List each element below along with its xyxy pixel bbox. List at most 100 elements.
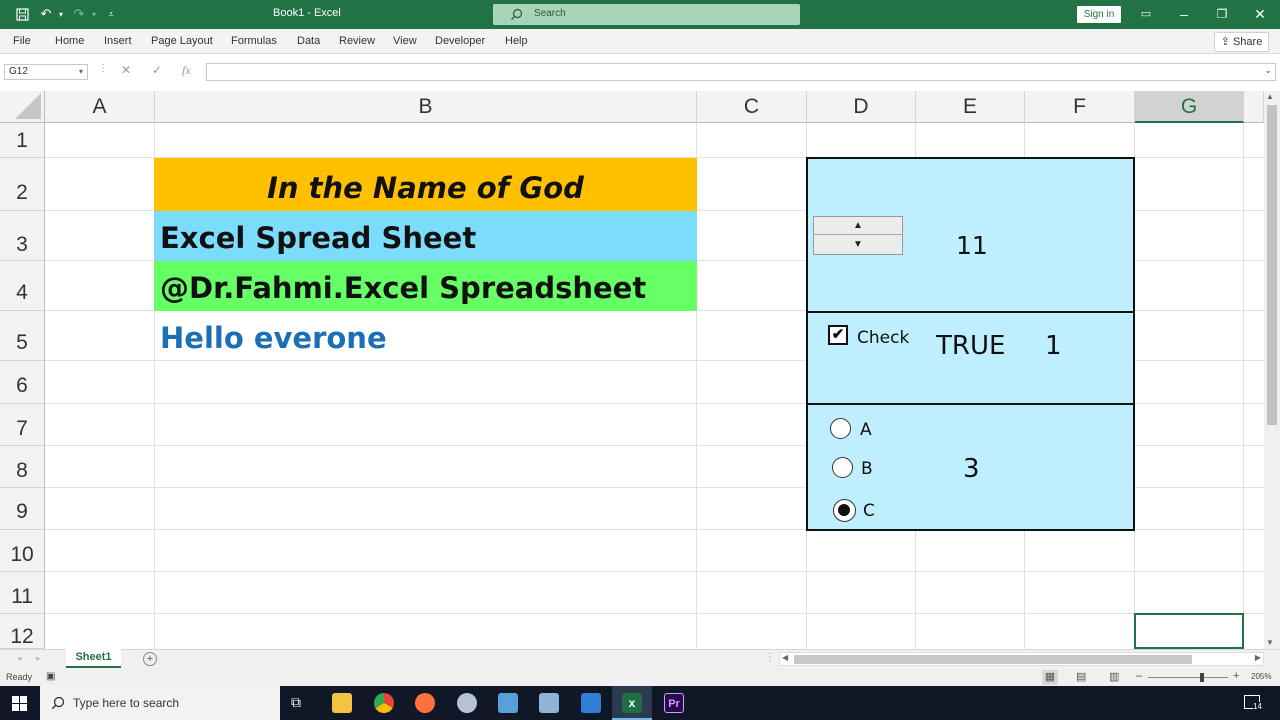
column-header-d[interactable]: D	[807, 91, 916, 123]
enter-icon[interactable]: ✓	[152, 63, 162, 77]
radio-c[interactable]	[833, 499, 856, 522]
row-header-3[interactable]: 3	[0, 211, 45, 261]
tab-view[interactable]: View	[393, 35, 417, 47]
chrome-icon[interactable]	[374, 693, 394, 713]
normal-view-icon[interactable]: ▦	[1042, 670, 1058, 685]
taskbar-search[interactable]: Type here to search	[40, 686, 280, 720]
row-header-12[interactable]: 12	[0, 614, 45, 649]
tab-help[interactable]: Help	[505, 35, 528, 47]
file-explorer-icon[interactable]	[332, 693, 352, 713]
paint-icon[interactable]	[457, 693, 477, 713]
select-all-corner[interactable]	[0, 91, 45, 123]
next-sheet-icon[interactable]: ▸	[36, 653, 41, 664]
column-header-h[interactable]	[1244, 91, 1264, 123]
radio-b[interactable]	[832, 457, 853, 478]
radio-a[interactable]	[830, 418, 851, 439]
tab-file[interactable]: File	[13, 35, 31, 47]
zoom-slider-thumb[interactable]	[1200, 673, 1204, 682]
formula-input[interactable]: ⌄	[206, 63, 1276, 81]
horizontal-scrollbar[interactable]: ◀ ▶	[779, 652, 1264, 666]
photos-icon[interactable]	[581, 693, 601, 713]
checkbox[interactable]: ✔	[828, 325, 848, 345]
accessibility-icon[interactable]: ▣	[46, 671, 55, 682]
task-view-icon[interactable]: ⧉	[291, 694, 301, 711]
add-sheet-icon[interactable]: +	[143, 652, 157, 666]
save-icon[interactable]	[13, 5, 31, 23]
sheet-tab-sheet1[interactable]: Sheet1	[66, 649, 121, 668]
column-header-f[interactable]: F	[1025, 91, 1135, 123]
zoom-slider[interactable]	[1148, 677, 1228, 678]
firefox-icon[interactable]	[415, 693, 435, 713]
tab-review[interactable]: Review	[339, 35, 375, 47]
prev-sheet-icon[interactable]: ◂	[17, 653, 22, 664]
row-header-11[interactable]: 11	[0, 572, 45, 614]
vertical-scroll-thumb[interactable]	[1267, 105, 1277, 425]
row-header-9[interactable]: 9	[0, 488, 45, 530]
split-handle-icon[interactable]: ⋮	[765, 652, 775, 663]
column-header-a[interactable]: A	[45, 91, 155, 123]
close-button[interactable]: ✕	[1241, 0, 1279, 29]
customize-toolbar-icon[interactable]: ⩡	[104, 5, 118, 23]
notepad-icon[interactable]	[539, 693, 559, 713]
selected-cell-g12[interactable]	[1134, 613, 1244, 649]
spin-down-icon[interactable]: ▼	[814, 236, 902, 254]
taskbar-search-placeholder: Type here to search	[73, 696, 180, 710]
scroll-right-icon[interactable]: ▶	[1255, 653, 1261, 662]
row-header-4[interactable]: 4	[0, 261, 45, 311]
zoom-in-icon[interactable]: +	[1233, 670, 1239, 682]
cell-b2[interactable]: In the Name of God	[154, 158, 697, 211]
column-header-b[interactable]: B	[155, 91, 697, 123]
redo-dropdown-icon[interactable]: ▾	[89, 5, 99, 23]
excel-taskbar-button[interactable]: x	[612, 686, 652, 720]
spin-up-icon[interactable]: ▲	[814, 217, 902, 235]
row-header-5[interactable]: 5	[0, 311, 45, 361]
column-header-c[interactable]: C	[697, 91, 807, 123]
maximize-button[interactable]: ❐	[1203, 0, 1241, 29]
minimize-button[interactable]: –	[1165, 0, 1203, 29]
tab-home[interactable]: Home	[55, 35, 84, 47]
name-box[interactable]: G12 ▾	[4, 64, 88, 80]
redo-icon[interactable]: ↷	[70, 5, 88, 23]
horizontal-scroll-thumb[interactable]	[794, 655, 1192, 664]
tab-page-layout[interactable]: Page Layout	[151, 35, 213, 47]
column-header-e[interactable]: E	[916, 91, 1025, 123]
page-break-view-icon[interactable]: ▥	[1109, 670, 1119, 683]
search-box[interactable]: Search	[493, 4, 800, 25]
zoom-level[interactable]: 205%	[1251, 672, 1271, 681]
share-button[interactable]: ⇪ Share	[1214, 32, 1269, 52]
ribbon-display-options-icon[interactable]: ▭	[1127, 0, 1165, 29]
row-header-8[interactable]: 8	[0, 446, 45, 488]
screen-capture-icon[interactable]	[498, 693, 518, 713]
checkbox-label: Check	[857, 328, 910, 348]
sign-in-button[interactable]: Sign in	[1077, 6, 1121, 23]
tab-insert[interactable]: Insert	[104, 35, 132, 47]
tab-developer[interactable]: Developer	[435, 35, 485, 47]
tab-data[interactable]: Data	[297, 35, 320, 47]
zoom-out-icon[interactable]: –	[1136, 670, 1142, 682]
page-layout-view-icon[interactable]: ▤	[1076, 670, 1086, 683]
chevron-down-icon[interactable]: ▾	[79, 65, 83, 79]
row-header-2[interactable]: 2	[0, 158, 45, 211]
vertical-scrollbar[interactable]: ▲ ▼	[1264, 91, 1280, 649]
undo-icon[interactable]: ↶	[37, 5, 55, 23]
expand-formula-icon[interactable]: ⌄	[1264, 65, 1272, 76]
spin-button[interactable]: ▲ ▼	[813, 216, 903, 255]
cell-b3[interactable]: Excel Spread Sheet	[154, 211, 697, 261]
scroll-down-icon[interactable]: ▼	[1266, 638, 1274, 647]
row-header-7[interactable]: 7	[0, 404, 45, 446]
cell-b4[interactable]: @Dr.Fahmi.Excel Spreadsheet	[154, 261, 697, 311]
windows-start-icon[interactable]	[12, 696, 27, 711]
premiere-icon[interactable]: Pr	[664, 693, 684, 713]
column-header-g[interactable]: G	[1135, 91, 1244, 123]
cancel-icon[interactable]: ✕	[121, 63, 131, 77]
scroll-left-icon[interactable]: ◀	[782, 653, 788, 662]
insert-function-icon[interactable]: fx	[182, 63, 191, 78]
share-icon: ⇪	[1220, 36, 1233, 48]
row-header-1[interactable]: 1	[0, 123, 45, 158]
undo-dropdown-icon[interactable]: ▾	[56, 5, 66, 23]
scroll-up-icon[interactable]: ▲	[1266, 92, 1274, 101]
cell-b5[interactable]: Hello everone	[154, 311, 697, 361]
row-header-10[interactable]: 10	[0, 530, 45, 572]
tab-formulas[interactable]: Formulas	[231, 35, 277, 47]
row-header-6[interactable]: 6	[0, 361, 45, 404]
